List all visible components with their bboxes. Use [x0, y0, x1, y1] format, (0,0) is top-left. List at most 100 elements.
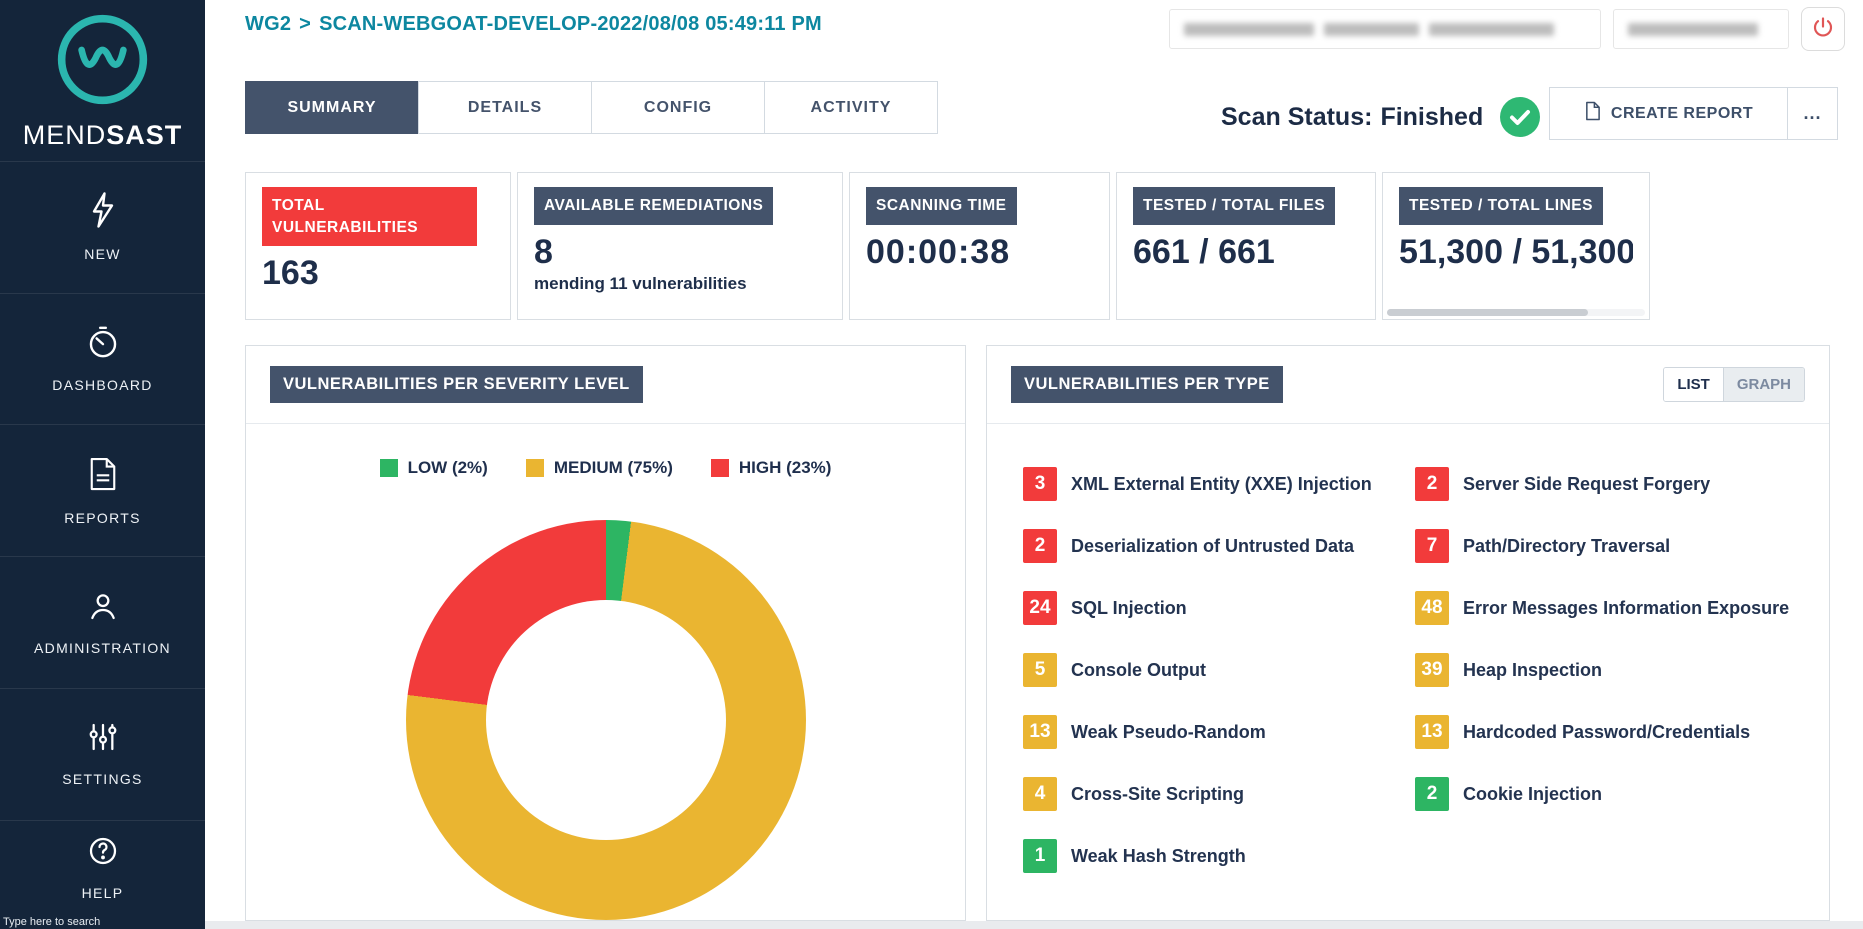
- list-item[interactable]: 3 XML External Entity (XXE) Injection: [1023, 464, 1415, 504]
- count-badge: 2: [1023, 529, 1057, 563]
- list-item[interactable]: 2 Deserialization of Untrusted Data: [1023, 526, 1415, 566]
- breadcrumb-root-link[interactable]: WG2: [245, 13, 291, 35]
- gauge-icon: [86, 325, 120, 364]
- report-file-icon: [88, 456, 118, 497]
- count-badge: 4: [1023, 777, 1057, 811]
- sidebar-item-label: REPORTS: [64, 510, 141, 526]
- main-content: WG2>SCAN-WEBGOAT-DEVELOP-2022/08/08 05:4…: [205, 0, 1863, 929]
- list-item[interactable]: 48 Error Messages Information Exposure: [1415, 588, 1793, 628]
- sidebar-item-label: NEW: [84, 246, 121, 262]
- card-label-badge: TESTED / TOTAL LINES: [1399, 187, 1603, 225]
- redacted-account-info: [1169, 9, 1601, 49]
- count-badge: 5: [1023, 653, 1057, 687]
- tab-activity[interactable]: ACTIVITY: [764, 81, 938, 134]
- type-label: Error Messages Information Exposure: [1463, 598, 1789, 619]
- type-panel-header: VULNERABILITIES PER TYPE LIST GRAPH: [987, 346, 1829, 424]
- card-subtext: mending 11 vulnerabilities: [534, 274, 826, 294]
- card-available-remediations: AVAILABLE REMEDIATIONS 8 mending 11 vuln…: [517, 172, 843, 320]
- count-badge: 7: [1415, 529, 1449, 563]
- create-report-button[interactable]: CREATE REPORT: [1549, 87, 1788, 140]
- legend-item-high: HIGH (23%): [711, 458, 832, 478]
- type-label: Weak Pseudo-Random: [1071, 722, 1266, 743]
- card-value: 00:00:38: [866, 233, 1093, 272]
- type-label: Server Side Request Forgery: [1463, 474, 1710, 495]
- lightning-icon: [90, 192, 116, 233]
- count-badge: 2: [1415, 777, 1449, 811]
- tab-summary[interactable]: SUMMARY: [245, 81, 419, 134]
- view-toggle: LIST GRAPH: [1663, 367, 1805, 402]
- sliders-icon: [87, 721, 119, 758]
- list-item[interactable]: 13 Weak Pseudo-Random: [1023, 712, 1415, 752]
- brand-logo[interactable]: MENDSAST: [0, 0, 205, 161]
- legend-item-low: LOW (2%): [380, 458, 488, 478]
- tab-config[interactable]: CONFIG: [591, 81, 765, 134]
- count-badge: 2: [1415, 467, 1449, 501]
- create-report-label: CREATE REPORT: [1611, 105, 1753, 123]
- severity-panel-title: VULNERABILITIES PER SEVERITY LEVEL: [270, 366, 643, 403]
- list-item[interactable]: 5 Console Output: [1023, 650, 1415, 690]
- count-badge: 13: [1023, 715, 1057, 749]
- sidebar-item-dashboard[interactable]: DASHBOARD: [0, 293, 205, 425]
- card-label-badge: SCANNING TIME: [866, 187, 1017, 225]
- list-item[interactable]: 1 Weak Hash Strength: [1023, 836, 1415, 876]
- type-panel: VULNERABILITIES PER TYPE LIST GRAPH 3 XM…: [986, 345, 1830, 921]
- scrollbar-thumb[interactable]: [1387, 309, 1588, 316]
- more-actions-button[interactable]: ...: [1787, 87, 1838, 140]
- list-item[interactable]: 4 Cross-Site Scripting: [1023, 774, 1415, 814]
- document-icon: [1584, 101, 1601, 126]
- tab-details[interactable]: DETAILS: [418, 81, 592, 134]
- mendsast-logo-icon: [55, 12, 150, 112]
- list-item[interactable]: 7 Path/Directory Traversal: [1415, 526, 1793, 566]
- donut-hole: [486, 600, 726, 840]
- sidebar-item-help[interactable]: HELP: [0, 820, 205, 929]
- count-badge: 1: [1023, 839, 1057, 873]
- card-value: 8: [534, 233, 826, 272]
- legend-label: LOW (2%): [408, 458, 488, 478]
- count-badge: 24: [1023, 591, 1057, 625]
- type-label: Hardcoded Password/Credentials: [1463, 722, 1750, 743]
- list-item[interactable]: 2 Cookie Injection: [1415, 774, 1793, 814]
- logout-power-button[interactable]: [1801, 7, 1845, 51]
- type-label: Cookie Injection: [1463, 784, 1602, 805]
- account-area: [1169, 7, 1845, 51]
- scan-status: Scan Status: Finished: [1221, 96, 1541, 138]
- view-toggle-list[interactable]: LIST: [1664, 368, 1723, 401]
- sidebar: MENDSAST NEW DASHBOARD REPORTS ADMINISTR…: [0, 0, 205, 929]
- list-item[interactable]: 2 Server Side Request Forgery: [1415, 464, 1793, 504]
- sidebar-item-reports[interactable]: REPORTS: [0, 424, 205, 556]
- breadcrumb: WG2>SCAN-WEBGOAT-DEVELOP-2022/08/08 05:4…: [245, 13, 822, 36]
- card-scanning-time: SCANNING TIME 00:00:38: [849, 172, 1110, 320]
- card-label-badge: TOTAL VULNERABILITIES: [262, 187, 477, 246]
- legend-label: HIGH (23%): [739, 458, 832, 478]
- type-label: Cross-Site Scripting: [1071, 784, 1244, 805]
- card-value: 51,300 / 51,300: [1399, 233, 1633, 272]
- redacted-user-name: [1613, 9, 1789, 49]
- card-tested-total-lines: TESTED / TOTAL LINES 51,300 / 51,300: [1382, 172, 1650, 320]
- type-label: XML External Entity (XXE) Injection: [1071, 474, 1372, 495]
- card-value: 163: [262, 254, 494, 293]
- view-toggle-graph[interactable]: GRAPH: [1723, 368, 1804, 401]
- list-item[interactable]: 24 SQL Injection: [1023, 588, 1415, 628]
- person-icon: [87, 590, 119, 627]
- sidebar-item-administration[interactable]: ADMINISTRATION: [0, 556, 205, 688]
- list-item[interactable]: 13 Hardcoded Password/Credentials: [1415, 712, 1793, 752]
- breadcrumb-current-scan-link[interactable]: SCAN-WEBGOAT-DEVELOP-2022/08/08 05:49:11…: [319, 13, 822, 35]
- sidebar-item-label: HELP: [82, 885, 124, 901]
- card-label-badge: AVAILABLE REMEDIATIONS: [534, 187, 773, 225]
- card-label-badge: TESTED / TOTAL FILES: [1133, 187, 1335, 225]
- severity-donut: [406, 520, 806, 920]
- sidebar-item-label: ADMINISTRATION: [34, 640, 171, 656]
- legend-item-medium: MEDIUM (75%): [526, 458, 673, 478]
- sidebar-item-settings[interactable]: SETTINGS: [0, 688, 205, 820]
- stat-cards-row: TOTAL VULNERABILITIES 163 AVAILABLE REME…: [245, 172, 1650, 320]
- taskbar-edge: [205, 921, 1863, 929]
- type-list: 3 XML External Entity (XXE) Injection 2 …: [987, 464, 1829, 898]
- legend-swatch-medium: [526, 459, 544, 477]
- count-badge: 13: [1415, 715, 1449, 749]
- type-panel-title: VULNERABILITIES PER TYPE: [1011, 366, 1283, 403]
- list-item[interactable]: 39 Heap Inspection: [1415, 650, 1793, 690]
- severity-panel-header: VULNERABILITIES PER SEVERITY LEVEL: [246, 346, 965, 424]
- sidebar-item-new[interactable]: NEW: [0, 161, 205, 293]
- help-icon: [87, 835, 119, 872]
- power-icon: [1811, 15, 1835, 44]
